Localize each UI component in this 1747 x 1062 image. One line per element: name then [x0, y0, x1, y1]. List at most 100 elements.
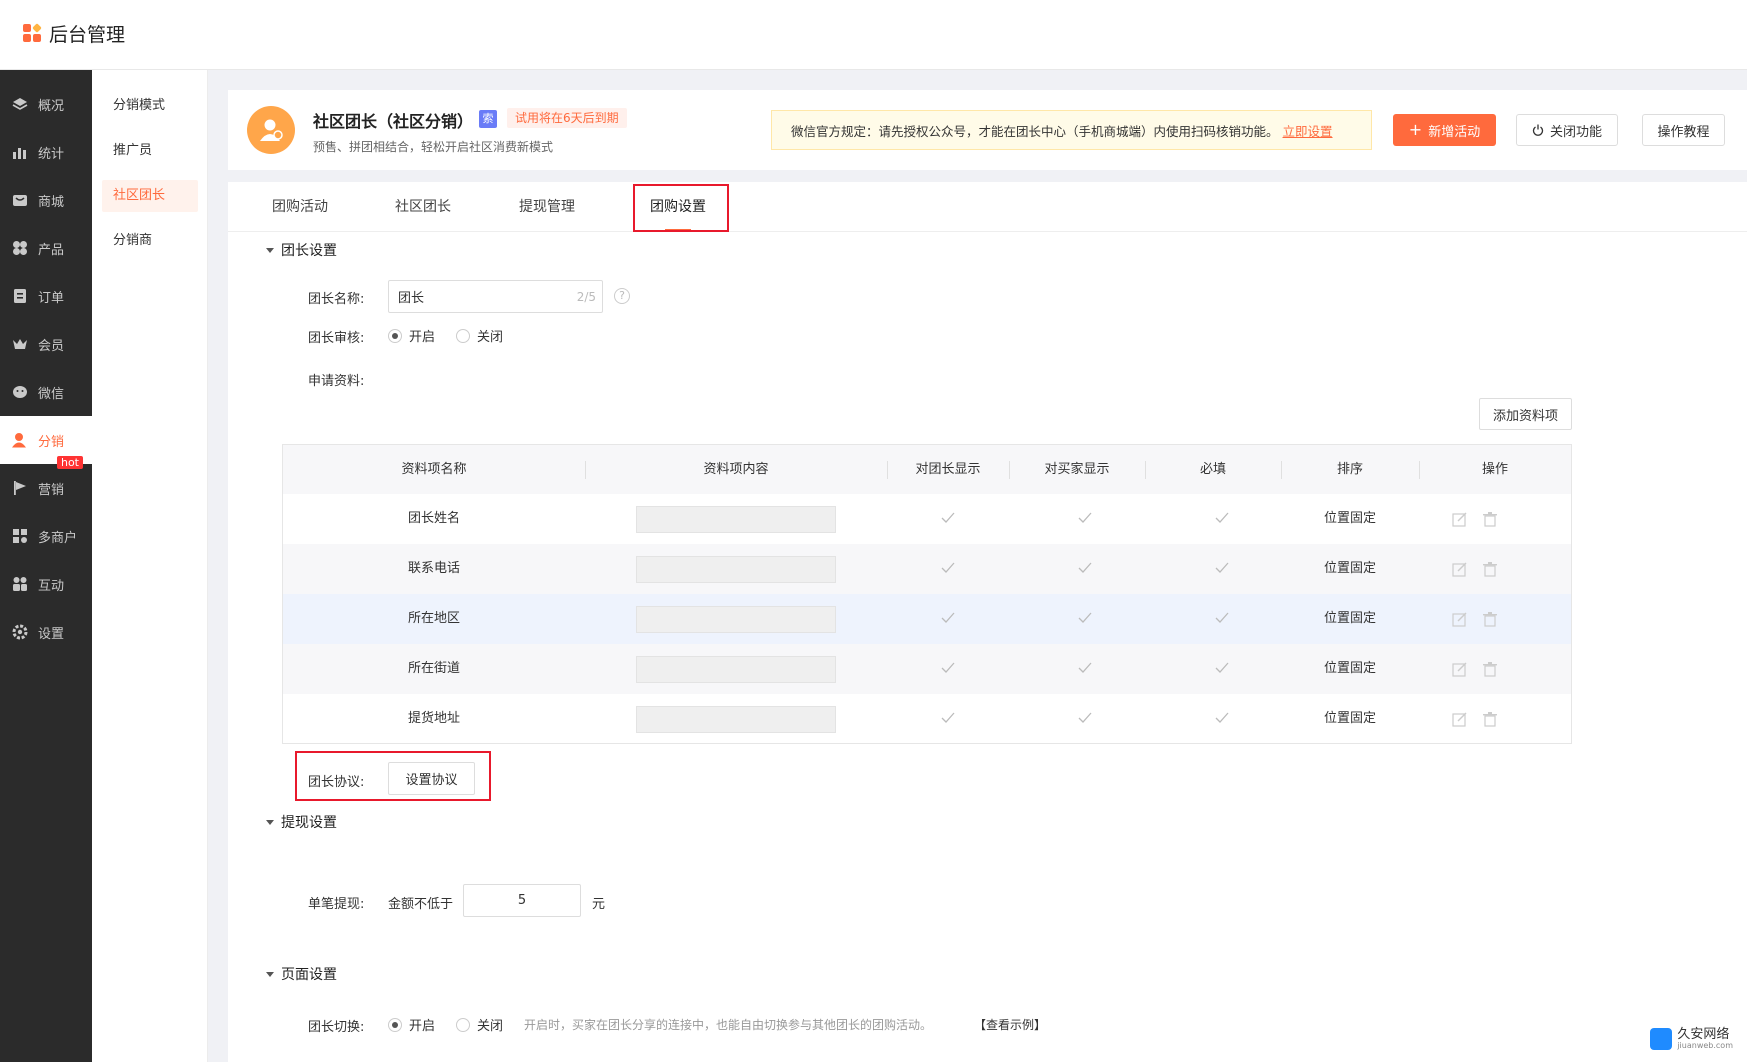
sidebar-item-label: 设置: [38, 626, 65, 642]
sidebar-item-label: 订单: [38, 290, 65, 306]
new-activity-label: 新增活动: [1428, 124, 1481, 140]
top-bar: 后台管理: [0, 0, 1747, 70]
sidebar-item-shop[interactable]: 商城: [0, 176, 92, 224]
radio-checked-icon: [388, 1017, 402, 1032]
switch-hint: 开启时，买家在团长分享的连接中，也能自由切换参与其他团长的团购活动。: [524, 1018, 933, 1032]
table-header: 资料项名称 资料项内容 对团长显示 对买家显示 必填 排序 操作: [283, 445, 1571, 494]
column-header: 对买家显示: [1044, 462, 1110, 477]
close-feature-button[interactable]: 关闭功能: [1516, 114, 1618, 146]
radio-label: 开启: [409, 330, 436, 345]
sidebar-item-label: 统计: [38, 146, 65, 162]
watermark: 久安网络 jiuanweb.com: [1650, 1028, 1733, 1050]
column-header: 资料项名称: [401, 462, 467, 477]
leader-audit-label: 团长审核:: [308, 331, 365, 346]
sidebar-item-wechat[interactable]: 微信: [0, 368, 92, 416]
add-info-item-button[interactable]: 添加资料项: [1479, 398, 1572, 430]
watermark-text: 久安网络: [1677, 1027, 1730, 1042]
column-header: 必填: [1199, 462, 1226, 477]
switch-on-radio[interactable]: 开启: [388, 1015, 435, 1034]
audit-off-radio[interactable]: 关闭: [456, 326, 503, 345]
sidebar-item-marketing[interactable]: 营销 hot: [0, 456, 92, 512]
app-title: 后台管理: [49, 24, 126, 46]
check-icon: [941, 562, 955, 573]
sidebar-item-order[interactable]: 订单: [0, 272, 92, 320]
new-activity-button[interactable]: + 新增活动: [1393, 114, 1496, 146]
leader-name-input[interactable]: 团长 2/5: [388, 280, 603, 313]
hot-badge: hot: [56, 456, 83, 469]
view-example-link[interactable]: 【查看示例】: [974, 1016, 1046, 1033]
tab-group-activity[interactable]: 团购活动: [265, 182, 335, 232]
main-sidebar: 概况 统计 商城 产品 订单 会员 微信 分销 营销 hot 多商户 互动 设置: [0, 70, 92, 1062]
feature-subtitle: 预售、拼团相结合，轻松开启社区消费新模式: [313, 140, 554, 154]
audit-on-radio[interactable]: 开启: [388, 326, 435, 345]
withdraw-prefix: 金额不低于: [388, 897, 454, 912]
merchant-icon: [12, 528, 28, 544]
info-item-name: 提货地址: [407, 711, 460, 726]
column-header: 操作: [1481, 462, 1508, 477]
radio-label: 开启: [409, 1019, 436, 1034]
sidebar-item-label: 产品: [38, 242, 65, 258]
info-item-name: 团长姓名: [407, 511, 460, 526]
section-title: 团长设置: [281, 243, 337, 259]
apply-info-label: 申请资料:: [308, 374, 365, 389]
tab-community-leader[interactable]: 社区团长: [388, 182, 458, 232]
check-icon: [1078, 612, 1092, 623]
info-item-name: 联系电话: [407, 561, 460, 576]
chart-icon: [12, 144, 28, 160]
check-icon: [941, 612, 955, 623]
page-settings-section[interactable]: 页面设置: [266, 964, 337, 984]
highlight-box-agreement: [295, 751, 491, 801]
delete-icon: [1483, 512, 1497, 527]
switch-off-radio[interactable]: 关闭: [456, 1015, 503, 1034]
settings-panel: 团购活动 社区团长 提现管理 团购设置 团长设置 团长名称: 团长 2/5 ? …: [228, 182, 1747, 1062]
sidebar-item-multi-merchant[interactable]: 多商户: [0, 512, 92, 560]
flag-icon: [12, 480, 28, 496]
sort-value: 位置固定: [1323, 611, 1376, 626]
leader-settings-section[interactable]: 团长设置: [266, 240, 337, 260]
notice-setup-link[interactable]: 立即设置: [1283, 121, 1333, 140]
feature-tag: 索: [479, 110, 497, 128]
tab-withdraw-management[interactable]: 提现管理: [512, 182, 582, 232]
apply-info-table: 资料项名称 资料项内容 对团长显示 对买家显示 必填 排序 操作 团长姓名 位置…: [282, 444, 1572, 744]
sidebar-item-stats[interactable]: 统计: [0, 128, 92, 176]
min-withdraw-value: 5: [517, 893, 527, 908]
power-icon: [1532, 124, 1544, 136]
feature-header: 社区团长（社区分销） 索 试用将在6天后到期 预售、拼团相结合，轻松开启社区消费…: [228, 90, 1747, 170]
info-content-placeholder: [636, 556, 836, 583]
min-withdraw-input[interactable]: 5: [463, 884, 581, 917]
check-icon: [1215, 562, 1229, 573]
sidebar-item-settings[interactable]: 设置: [0, 608, 92, 656]
sidebar-item-label: 分销: [38, 434, 65, 450]
delete-icon: [1483, 562, 1497, 577]
check-icon: [1215, 662, 1229, 673]
char-counter: 2/5: [576, 289, 596, 304]
info-item-name: 所在地区: [407, 611, 460, 626]
help-icon[interactable]: ?: [614, 288, 630, 304]
subnav-item-promoter[interactable]: 推广员: [102, 135, 198, 167]
radio-label: 关闭: [477, 1019, 504, 1034]
subnav-item-distributor[interactable]: 分销商: [102, 225, 198, 257]
subnav-item-community-leader[interactable]: 社区团长: [102, 180, 198, 212]
table-row: 所在街道 位置固定: [283, 644, 1571, 694]
sub-sidebar: 分销模式 推广员 社区团长 分销商: [92, 70, 208, 1062]
sidebar-item-overview[interactable]: 概况: [0, 80, 92, 128]
withdraw-settings-section[interactable]: 提现设置: [266, 812, 337, 832]
sidebar-item-product[interactable]: 产品: [0, 224, 92, 272]
leader-name-label: 团长名称:: [308, 292, 365, 307]
highlight-box-tab: [633, 184, 729, 232]
subnav-item-distribution-mode[interactable]: 分销模式: [102, 90, 198, 122]
trial-notice: 试用将在6天后到期: [507, 108, 627, 128]
sidebar-item-interaction[interactable]: 互动: [0, 560, 92, 608]
watermark-logo-icon: [1650, 1028, 1673, 1050]
shop-icon: [12, 192, 28, 208]
withdraw-label: 单笔提现:: [308, 897, 365, 912]
check-icon: [941, 512, 955, 523]
product-icon: [12, 240, 28, 256]
edit-icon: [1452, 712, 1467, 727]
watermark-sub: jiuanweb.com: [1677, 1041, 1733, 1050]
tutorial-button[interactable]: 操作教程: [1642, 114, 1725, 146]
app-logo[interactable]: 后台管理: [23, 20, 125, 47]
check-icon: [1215, 512, 1229, 523]
sidebar-item-member[interactable]: 会员: [0, 320, 92, 368]
leader-switch-label: 团长切换:: [308, 1020, 365, 1035]
